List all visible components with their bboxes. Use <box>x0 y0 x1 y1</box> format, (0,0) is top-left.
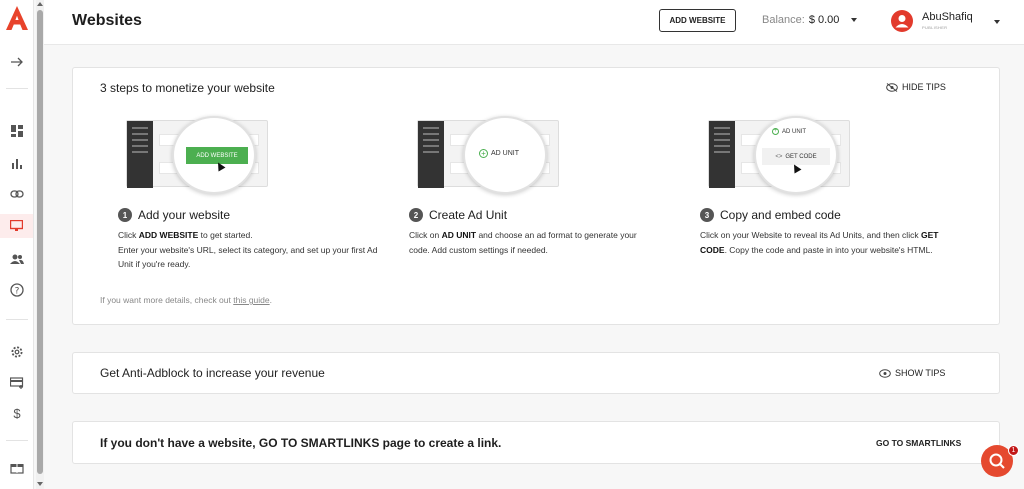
hide-tips-label: HIDE TIPS <box>902 82 946 92</box>
scroll-thumb[interactable] <box>37 10 43 474</box>
step-text-pre: Click on your Website to reveal its Ad U… <box>700 230 921 240</box>
step-title: Add your website <box>138 208 231 222</box>
user-menu-chevron-down-icon[interactable] <box>994 20 1000 24</box>
arrow-right-icon[interactable] <box>7 52 27 72</box>
page-scrollbar[interactable] <box>36 0 44 489</box>
add-website-button[interactable]: ADD WEBSITE <box>659 9 736 32</box>
svg-text:?: ? <box>15 287 20 297</box>
balance-label: Balance: <box>762 14 805 26</box>
users-icon[interactable] <box>7 249 27 269</box>
step-text-pre: Click on <box>409 230 442 240</box>
illustration-ad-unit: + AD UNIT <box>772 128 806 135</box>
anti-adblock-title: Get Anti-Adblock to increase your revenu… <box>100 366 325 380</box>
illustration-ad-unit-label: AD UNIT <box>782 128 806 135</box>
smartlinks-title: If you don't have a website, GO TO SMART… <box>100 436 502 450</box>
anti-adblock-card: Get Anti-Adblock to increase your revenu… <box>72 352 1000 394</box>
step-2: + AD UNIT 2 Create Ad Unit Click on AD U… <box>409 116 659 257</box>
page-title: Websites <box>72 12 142 29</box>
sidebar-divider <box>6 319 28 320</box>
step-3: + AD UNIT <> GET CODE 3 Copy and embed c… <box>700 116 940 257</box>
user-role: PUBLISHER <box>922 25 948 30</box>
code-brackets-icon: <> <box>775 153 783 160</box>
link-icon[interactable] <box>7 184 27 204</box>
step-title: Copy and embed code <box>720 208 841 222</box>
balance-dropdown[interactable]: Balance: $ 0.00 <box>762 14 858 26</box>
more-details-post: . <box>269 295 272 305</box>
go-to-smartlinks-button[interactable]: GO TO SMARTLINKS <box>876 438 961 448</box>
step-number: 3 <box>700 208 714 222</box>
hide-tips-button[interactable]: HIDE TIPS <box>886 82 946 92</box>
gift-icon[interactable] <box>7 457 27 477</box>
plus-circle-icon: + <box>772 128 779 135</box>
eye-icon <box>879 368 891 378</box>
dashboard-icon[interactable] <box>7 121 27 141</box>
brand-logo[interactable] <box>6 6 28 30</box>
scroll-up-arrow-icon[interactable] <box>37 2 43 6</box>
step-1-illustration: ADD WEBSITE <box>126 116 276 194</box>
scroll-down-arrow-icon[interactable] <box>37 482 43 486</box>
sidebar-divider <box>6 440 28 441</box>
illustration-add-website-label: ADD WEBSITE <box>186 147 248 164</box>
smartlinks-card: If you don't have a website, GO TO SMART… <box>72 421 1000 464</box>
step-text-pre: Click <box>118 230 139 240</box>
show-tips-button[interactable]: SHOW TIPS <box>879 368 945 378</box>
step-description: Click on your Website to reveal its Ad U… <box>700 228 940 257</box>
chevron-down-icon <box>851 18 858 22</box>
notification-badge: 1 <box>1008 445 1019 456</box>
sidebar-divider <box>6 88 28 89</box>
guide-link[interactable]: this guide <box>233 295 269 305</box>
more-details-pre: If you want more details, check out <box>100 295 234 305</box>
search-chat-icon <box>989 453 1005 469</box>
illustration-ad-unit-label: AD UNIT <box>491 150 519 157</box>
show-tips-label: SHOW TIPS <box>895 368 946 378</box>
gear-icon[interactable] <box>7 342 27 362</box>
top-bar: Websites ADD WEBSITE Balance: $ 0.00 Abu… <box>44 0 1024 45</box>
card-icon[interactable] <box>7 373 27 393</box>
illustration-ad-unit: + AD UNIT <box>479 149 519 158</box>
dollar-icon[interactable]: $ <box>7 403 27 423</box>
steps-card: 3 steps to monetize your website HIDE TI… <box>72 67 1000 325</box>
step-text-line2: Enter your website's URL, select its cat… <box>118 244 378 270</box>
bar-chart-icon[interactable] <box>7 153 27 173</box>
steps-card-title: 3 steps to monetize your website <box>100 81 275 95</box>
step-description: Click ADD WEBSITE to get started. Enter … <box>118 228 378 272</box>
step-1: ADD WEBSITE 1 Add your website Click ADD… <box>118 116 378 272</box>
step-title: Create Ad Unit <box>429 208 508 222</box>
step-text-post: . Copy the code and paste in into your w… <box>724 244 933 255</box>
illustration-get-code-label: GET CODE <box>785 153 817 160</box>
step-text-bold: AD UNIT <box>441 230 477 240</box>
step-number: 2 <box>409 208 423 222</box>
step-text-post: to get started. <box>198 230 253 240</box>
plus-circle-icon: + <box>479 149 488 158</box>
user-name[interactable]: AbuShafiq <box>922 11 973 23</box>
monitor-icon[interactable] <box>0 214 33 238</box>
step-number: 1 <box>118 208 132 222</box>
sidebar: ? $ <box>0 0 34 489</box>
avatar[interactable] <box>891 10 913 32</box>
help-circle-icon[interactable]: ? <box>7 280 27 300</box>
step-3-illustration: + AD UNIT <> GET CODE <box>708 116 858 194</box>
step-text-bold: ADD WEBSITE <box>138 230 199 240</box>
balance-value: $ 0.00 <box>808 14 840 26</box>
eye-off-icon <box>886 82 898 92</box>
step-2-illustration: + AD UNIT <box>417 116 567 194</box>
more-details-text: If you want more details, check out this… <box>100 295 272 305</box>
step-description: Click on AD UNIT and choose an ad format… <box>409 228 659 257</box>
